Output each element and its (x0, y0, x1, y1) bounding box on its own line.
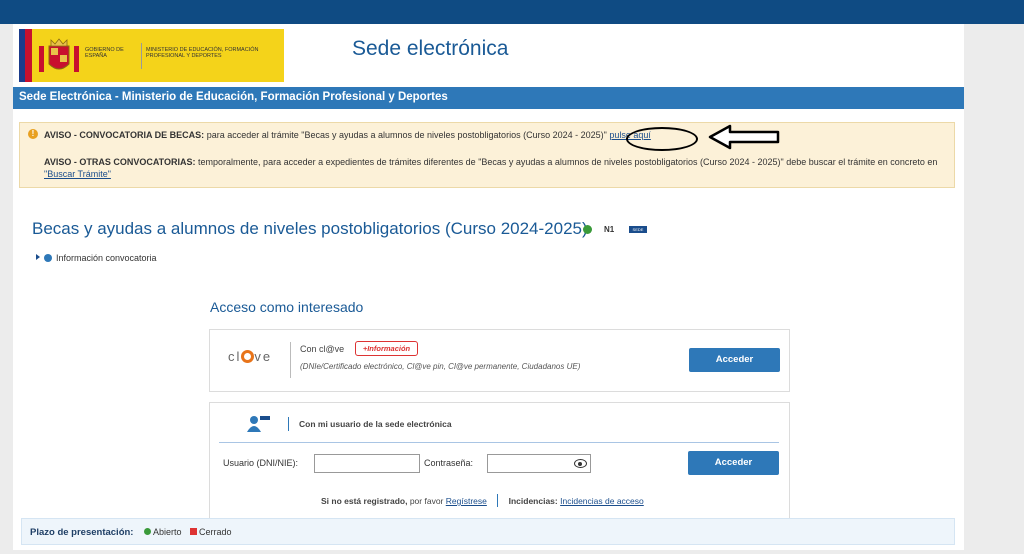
user-input[interactable] (314, 454, 420, 473)
open-icon (144, 528, 151, 535)
register-prompt: Si no está registrado, (321, 496, 408, 506)
browser-top-bar (0, 0, 1024, 24)
ministry-band: Sede Electrónica - Ministerio de Educaci… (13, 87, 964, 109)
sede-divider (288, 417, 289, 431)
buscar-tramite-link[interactable]: "Buscar Trámite" (44, 169, 111, 179)
notice-becas-title: AVISO - CONVOCATORIA DE BECAS: (44, 130, 205, 140)
notice-otras-title: AVISO - OTRAS CONVOCATORIAS: (44, 157, 196, 167)
logo-gobierno-text: GOBIERNO DE ESPAÑA (85, 47, 124, 59)
clave-logo: cl ve (228, 349, 273, 364)
annotation-circle (626, 127, 698, 151)
plazo-label: Plazo de presentación: (30, 527, 134, 538)
incidencias-label: Incidencias: (508, 496, 558, 506)
register-separator (497, 494, 499, 507)
clave-divider (290, 342, 291, 378)
register-text: por favor (409, 496, 444, 506)
password-input[interactable] (487, 454, 591, 473)
show-password-icon[interactable] (574, 459, 587, 468)
notice-otras: AVISO - OTRAS CONVOCATORIAS: temporalmen… (44, 156, 944, 180)
procedure-title: Becas y ayudas a alumnos de niveles post… (32, 219, 588, 238)
password-label: Contraseña: (424, 458, 474, 468)
sede-separator (219, 442, 779, 443)
logo-ministerio-text: MINISTERIO DE EDUCACIÓN, FORMACIÓN PROFE… (146, 47, 259, 59)
plazo-bar: Plazo de presentación: Abierto Cerrado (21, 518, 955, 545)
ministry-logo[interactable]: GOBIERNO DE ESPAÑA MINISTERIO DE EDUCACI… (19, 29, 284, 82)
sede-user-icon (247, 416, 270, 432)
site-header: GOBIERNO DE ESPAÑA MINISTERIO DE EDUCACI… (13, 24, 964, 86)
closed-icon (190, 528, 198, 535)
clave-description: (DNIe/Certificado electrónico, Cl@ve pin… (300, 362, 581, 371)
clave-access-button[interactable]: Acceder (689, 348, 780, 372)
notice-becas: AVISO - CONVOCATORIA DE BECAS: para acce… (44, 130, 651, 140)
level-badge: N1 (604, 225, 615, 234)
page: GOBIERNO DE ESPAÑA MINISTERIO DE EDUCACI… (13, 24, 964, 550)
logo-separator (141, 43, 142, 69)
clave-label: Con cl@ve (300, 344, 345, 354)
expand-arrow-icon (36, 254, 40, 260)
notice-box: ! AVISO - CONVOCATORIA DE BECAS: para ac… (19, 122, 955, 188)
more-info-button[interactable]: +Información (355, 341, 418, 356)
warning-icon: ! (28, 129, 38, 139)
site-title: Sede electrónica (352, 37, 509, 60)
sede-login-label: Con mi usuario de la sede electrónica (299, 419, 452, 429)
notice-becas-text: para acceder al trámite "Becas y ayudas … (206, 130, 607, 140)
coat-of-arms-icon (39, 38, 79, 72)
notice-otras-text: temporalmente, para acceder a expediente… (198, 157, 938, 167)
info-convocatoria-label: Información convocatoria (56, 253, 157, 263)
incidencias-link[interactable]: Incidencias de acceso (560, 496, 644, 506)
annotation-arrow-icon (708, 124, 780, 150)
info-convocatoria-toggle[interactable]: Información convocatoria (36, 253, 157, 263)
clave-at-icon (241, 350, 255, 363)
open-check-icon (583, 225, 592, 234)
spain-flag (19, 29, 32, 82)
register-line: Si no está registrado, por favor Regístr… (321, 494, 644, 507)
register-link[interactable]: Regístrese (446, 496, 487, 506)
user-label: Usuario (DNI/NIE): (223, 458, 299, 468)
info-icon (44, 254, 52, 262)
open-label: Abierto (153, 527, 182, 537)
sede-login-box: Con mi usuario de la sede electrónica Us… (209, 402, 790, 519)
clave-access-box: cl ve Con cl@ve +Información (DNIe/Certif… (209, 329, 790, 392)
login-button[interactable]: Acceder (688, 451, 779, 475)
sede-badge: SEDE (629, 226, 647, 233)
access-title: Acceso como interesado (210, 299, 364, 315)
closed-label: Cerrado (199, 527, 232, 537)
